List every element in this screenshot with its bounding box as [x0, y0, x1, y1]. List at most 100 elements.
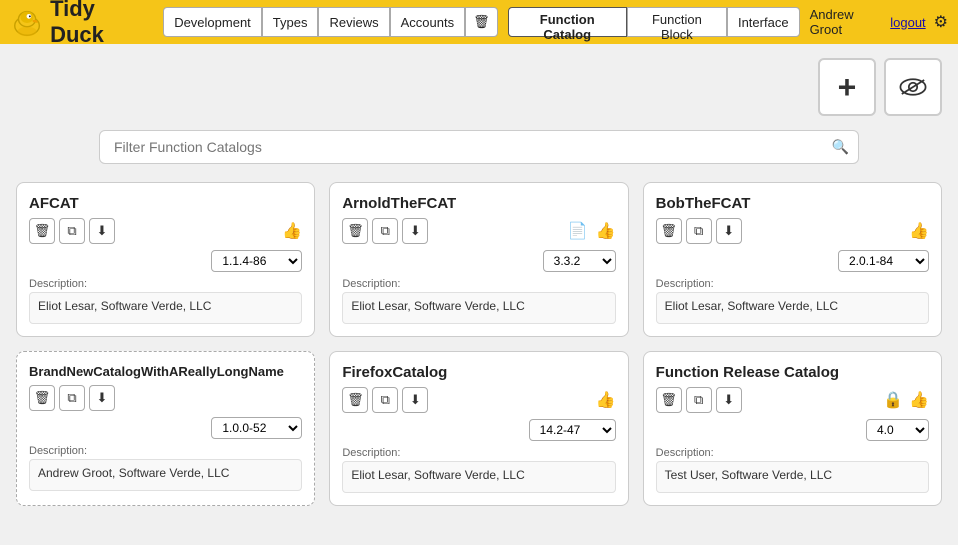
nav-accounts[interactable]: Accounts	[390, 7, 465, 37]
card-header: FirefoxCatalog	[342, 364, 615, 381]
card-copy-button[interactable]: ⧉	[372, 218, 398, 244]
card-version-select[interactable]: 1.1.4-86	[211, 250, 302, 272]
card-like-button[interactable]: 👍	[909, 390, 929, 410]
card-delete-button[interactable]: 🗑	[342, 218, 368, 244]
nav-delete-icon[interactable]: 🗑	[465, 7, 498, 37]
card-delete-button[interactable]: 🗑	[29, 385, 55, 411]
card-copy-button[interactable]: ⧉	[686, 387, 712, 413]
card-desc-value: Eliot Lesar, Software Verde, LLC	[342, 461, 615, 493]
eye-toggle-button[interactable]	[884, 58, 942, 116]
card-thumb-icon: 📄	[568, 221, 588, 241]
card-desc-value: Andrew Groot, Software Verde, LLC	[29, 459, 302, 491]
card-header: ArnoldTheFCAT	[342, 195, 615, 212]
nav-group-1: Development Types Reviews Accounts 🗑	[163, 7, 501, 37]
card-actions: 🗑 ⧉ ⬇	[29, 385, 302, 411]
card-lock-icon: 🔒	[883, 390, 903, 410]
card-version-select[interactable]: 2.0.1-84	[838, 250, 929, 272]
catalog-card-arnold: ArnoldTheFCAT 🗑 ⧉ ⬇ 📄 👍 3.3.2 Descriptio…	[329, 182, 628, 337]
duck-logo-icon	[10, 4, 44, 40]
card-desc-label: Description:	[342, 278, 615, 290]
card-delete-button[interactable]: 🗑	[656, 218, 682, 244]
card-desc-label: Description:	[342, 447, 615, 459]
card-desc-label: Description:	[29, 278, 302, 290]
nav-group-2: Function Catalog Function Block Interfac…	[508, 7, 804, 37]
card-actions: 🗑 ⧉ ⬇ 👍	[29, 218, 302, 244]
action-bar: +	[16, 58, 942, 116]
card-version-select[interactable]: 14.2-47	[529, 419, 616, 441]
card-version-select[interactable]: 3.3.2	[543, 250, 616, 272]
add-button[interactable]: +	[818, 58, 876, 116]
nav-interface[interactable]: Interface	[727, 7, 800, 37]
card-copy-button[interactable]: ⧉	[59, 385, 85, 411]
card-download-button[interactable]: ⬇	[89, 218, 115, 244]
card-version-row: 2.0.1-84	[656, 250, 929, 272]
card-copy-button[interactable]: ⧉	[686, 218, 712, 244]
card-version-row: 14.2-47	[342, 419, 615, 441]
nav-reviews[interactable]: Reviews	[318, 7, 389, 37]
nav-function-catalog[interactable]: Function Catalog	[508, 7, 627, 37]
card-desc-value: Eliot Lesar, Software Verde, LLC	[342, 292, 615, 324]
card-delete-button[interactable]: 🗑	[29, 218, 55, 244]
card-actions: 🗑 ⧉ ⬇ 👍	[656, 218, 929, 244]
card-version-select[interactable]: 1.0.0-52	[211, 417, 302, 439]
card-title: BobTheFCAT	[656, 195, 751, 212]
card-title: FirefoxCatalog	[342, 364, 447, 381]
card-title: BrandNewCatalogWithAReallyLongName	[29, 364, 284, 379]
gear-icon[interactable]: ⚙	[934, 12, 948, 32]
card-desc-value: Eliot Lesar, Software Verde, LLC	[656, 292, 929, 324]
card-copy-button[interactable]: ⧉	[59, 218, 85, 244]
logo-area: Tidy Duck	[10, 0, 149, 48]
card-delete-button[interactable]: 🗑	[342, 387, 368, 413]
card-desc-label: Description:	[29, 445, 302, 457]
filter-input[interactable]	[99, 130, 859, 164]
card-desc-value: Eliot Lesar, Software Verde, LLC	[29, 292, 302, 324]
card-desc-value: Test User, Software Verde, LLC	[656, 461, 929, 493]
card-version-row: 4.0	[656, 419, 929, 441]
card-header: BrandNewCatalogWithAReallyLongName	[29, 364, 302, 379]
card-like-button[interactable]: 👍	[596, 221, 616, 241]
eye-icon	[899, 76, 927, 98]
catalog-card-afcat: AFCAT 🗑 ⧉ ⬇ 👍 1.1.4-86 Description: Elio…	[16, 182, 315, 337]
card-header: Function Release Catalog	[656, 364, 929, 381]
nav-development[interactable]: Development	[163, 7, 262, 37]
card-copy-button[interactable]: ⧉	[372, 387, 398, 413]
card-like-button[interactable]: 👍	[282, 221, 302, 241]
card-actions: 🗑 ⧉ ⬇ 📄 👍	[342, 218, 615, 244]
logo-text: Tidy Duck	[50, 0, 149, 48]
card-download-button[interactable]: ⬇	[402, 387, 428, 413]
catalog-card-firefox: FirefoxCatalog 🗑 ⧉ ⬇ 👍 14.2-47 Descripti…	[329, 351, 628, 506]
catalog-grid: AFCAT 🗑 ⧉ ⬇ 👍 1.1.4-86 Description: Elio…	[16, 182, 942, 506]
catalog-card-bob: BobTheFCAT 🗑 ⧉ ⬇ 👍 2.0.1-84 Description:…	[643, 182, 942, 337]
card-like-button[interactable]: 👍	[596, 390, 616, 410]
card-actions: 🗑 ⧉ ⬇ 👍	[342, 387, 615, 413]
user-name: Andrew Groot	[810, 7, 883, 37]
card-version-row: 1.1.4-86	[29, 250, 302, 272]
nav-function-block[interactable]: Function Block	[627, 7, 727, 37]
card-header: BobTheFCAT	[656, 195, 929, 212]
filter-input-wrap: 🔍	[99, 130, 859, 164]
card-desc-label: Description:	[656, 278, 929, 290]
card-actions: 🗑 ⧉ ⬇ 🔒 👍	[656, 387, 929, 413]
header: Tidy Duck Development Types Reviews Acco…	[0, 0, 958, 44]
filter-bar: 🔍	[16, 130, 942, 164]
user-area: Andrew Groot logout ⚙	[810, 7, 948, 37]
card-delete-button[interactable]: 🗑	[656, 387, 682, 413]
main-content: + 🔍 AFCAT 🗑 ⧉ ⬇ 👍	[0, 44, 958, 545]
search-icon: 🔍	[832, 139, 849, 156]
card-download-button[interactable]: ⬇	[89, 385, 115, 411]
card-like-button[interactable]: 👍	[909, 221, 929, 241]
card-version-row: 1.0.0-52	[29, 417, 302, 439]
logout-link[interactable]: logout	[890, 15, 925, 30]
card-title: ArnoldTheFCAT	[342, 195, 456, 212]
card-download-button[interactable]: ⬇	[716, 218, 742, 244]
card-download-button[interactable]: ⬇	[402, 218, 428, 244]
card-download-button[interactable]: ⬇	[716, 387, 742, 413]
card-title: Function Release Catalog	[656, 364, 839, 381]
catalog-card-brandnew: BrandNewCatalogWithAReallyLongName 🗑 ⧉ ⬇…	[16, 351, 315, 506]
catalog-card-functionrelease: Function Release Catalog 🗑 ⧉ ⬇ 🔒 👍 4.0 D…	[643, 351, 942, 506]
nav-types[interactable]: Types	[262, 7, 319, 37]
card-version-row: 3.3.2	[342, 250, 615, 272]
card-desc-label: Description:	[656, 447, 929, 459]
card-title: AFCAT	[29, 195, 79, 212]
card-version-select[interactable]: 4.0	[866, 419, 929, 441]
